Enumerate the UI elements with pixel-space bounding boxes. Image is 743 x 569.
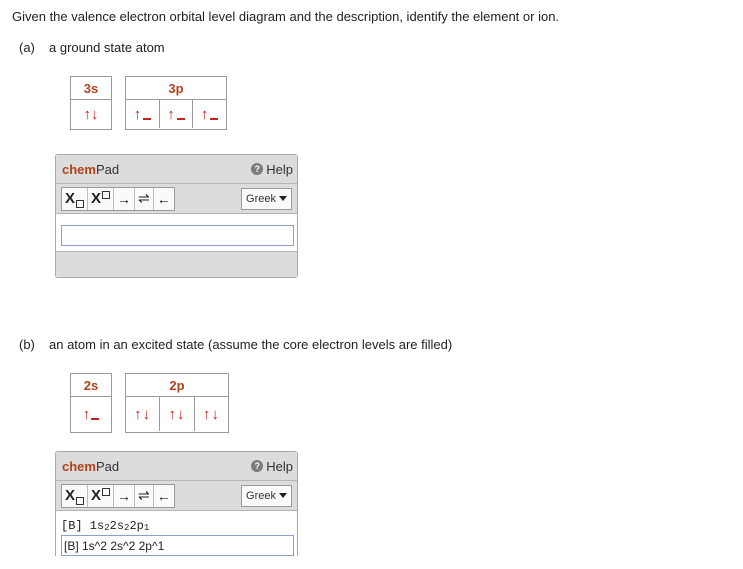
part-a-p-orbital: 3p ↑ ↑ ↑ [125,76,227,130]
left-arrow-button[interactable]: ← [154,485,174,507]
left-arrow-button[interactable]: ← [154,188,174,210]
subscript-button[interactable]: X [62,187,89,210]
right-arrow-button[interactable]: → [114,187,136,210]
equilibrium-arrow-button[interactable]: ⇌ [135,187,154,210]
chempad-a-toolbar: X X → ⇌ ← [61,186,175,211]
help-button[interactable]: ? Help [251,459,293,474]
part-a-p-box-3: ↑ [193,100,226,128]
part-b-s-orbital: 2s ↑ [70,373,112,433]
help-button[interactable]: ? Help [251,162,293,177]
superscript-button[interactable]: X [88,187,115,210]
part-b-p-box-2: ↑↓ [160,397,195,431]
part-b-letter: (b) [19,337,35,352]
chevron-down-icon [279,493,287,498]
chempad-a-title: chemPad [62,161,120,177]
part-b-s-label: 2s [71,374,111,397]
part-a-s-box: ↑↓ [83,105,99,123]
greek-dropdown[interactable]: Greek [241,187,292,210]
part-b-label: (b) an atom in an excited state (assume t… [19,337,452,352]
part-b-s-box: ↑ [71,397,111,431]
chempad-b: chemPad ? Help X X → ⇌ ← Greek [B] 1s 2 2s… [55,451,298,556]
part-b-p-label: 2p [126,374,228,397]
chempad-b-title: chemPad [62,458,120,474]
superscript-button[interactable]: X [88,484,115,507]
answer-b-input[interactable] [61,535,294,556]
chevron-down-icon [279,196,287,201]
greek-dropdown[interactable]: Greek [241,484,292,507]
part-a-p-box-2: ↑ [160,100,194,128]
subscript-button[interactable]: X [62,484,89,507]
part-a-s-orbital: 3s ↑↓ [70,76,112,130]
part-a-p-label: 3p [126,77,226,100]
part-b-description: an atom in an excited state (assume the … [49,337,453,352]
part-b-p-box-3: ↑↓ [202,405,220,423]
chempad-a: chemPad ? Help X X → ⇌ ← Greek [55,154,298,278]
right-arrow-button[interactable]: → [114,484,136,507]
part-a-s-label: 3s [71,77,111,100]
part-a-p-box-1: ↑ [126,100,160,128]
answer-b-preview: [B] 1s 2 2s 2 2p 1 [61,519,150,533]
part-a-label: (a) a ground state atom [19,40,165,55]
help-icon: ? [251,163,264,175]
help-icon: ? [251,460,264,472]
answer-a-input[interactable] [61,225,294,246]
part-b-p-orbital: 2p ↑↓ ↑↓ ↑↓ [125,373,229,433]
part-a-letter: (a) [19,40,35,55]
equilibrium-arrow-button[interactable]: ⇌ [135,484,154,507]
chempad-b-toolbar: X X → ⇌ ← [61,483,175,508]
part-b-p-box-1: ↑↓ [126,397,161,431]
part-a-description: a ground state atom [49,40,165,55]
chempad-a-footer [56,251,297,277]
question-text: Given the valence electron orbital level… [12,9,560,24]
